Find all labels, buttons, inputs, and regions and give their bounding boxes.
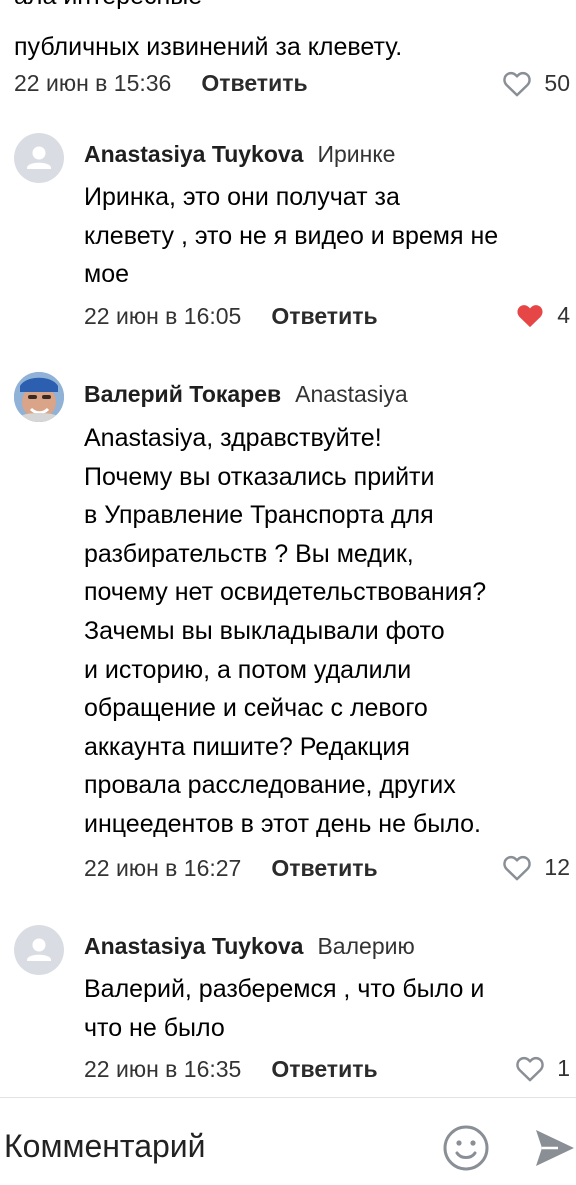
like-button[interactable]: 50 <box>502 68 570 98</box>
like-count: 50 <box>544 69 570 96</box>
send-button[interactable] <box>532 1126 576 1170</box>
like-count: 1 <box>557 1054 570 1081</box>
comment-author[interactable]: Валерий Токарев <box>84 381 281 407</box>
like-count: 4 <box>557 301 570 328</box>
avatar[interactable] <box>14 925 64 975</box>
user-placeholder-icon <box>27 146 51 169</box>
comment-input[interactable]: Комментарий <box>4 1128 206 1165</box>
comment-text: Валерий, разберемся , что было и что не … <box>84 975 485 1042</box>
comment-header: Anastasiya Tuykova Валерию <box>84 931 415 961</box>
comment-time: 22 июн в 16:05 <box>84 302 242 329</box>
reply-to-name[interactable]: Anastasiya <box>295 381 408 407</box>
comment-time: 22 июн в 15:36 <box>14 69 172 96</box>
comment-meta: 22 июн в 16:05 Ответить <box>84 301 378 331</box>
comment-meta: 22 июн в 16:35 Ответить <box>84 1054 378 1084</box>
reply-to-name[interactable]: Иринке <box>317 141 395 167</box>
reply-button[interactable]: Ответить <box>271 303 377 330</box>
comment-author[interactable]: Anastasiya Tuykova <box>84 141 303 167</box>
heart-filled-icon <box>517 304 543 327</box>
like-button[interactable]: 1 <box>515 1053 570 1083</box>
previous-comment-text: публичных извинений за клевету. <box>14 33 403 61</box>
comment-time: 22 июн в 16:35 <box>84 1055 242 1082</box>
comment-text: Иринка, это они получат за клевету , это… <box>84 183 499 289</box>
heart-outline-icon <box>503 71 532 96</box>
avatar[interactable] <box>14 372 64 422</box>
user-placeholder-icon <box>27 938 51 961</box>
smile-icon <box>443 1125 489 1171</box>
comment-meta: 22 июн в 16:27 Ответить <box>84 853 378 883</box>
reply-button[interactable]: Ответить <box>271 855 377 882</box>
comment-header: Валерий Токарев Anastasiya <box>84 379 408 409</box>
reply-button[interactable]: Ответить <box>201 70 307 97</box>
comment-time: 22 июн в 16:27 <box>84 854 242 881</box>
emoji-button[interactable] <box>442 1124 490 1172</box>
comment-author[interactable]: Anastasiya Tuykova <box>84 933 303 959</box>
previous-comment-cut-text: ала интересные <box>14 0 202 11</box>
avatar[interactable] <box>14 133 64 183</box>
reply-button[interactable]: Ответить <box>271 1056 377 1083</box>
comment-text: Anastasiya, здравствуйте! Почему вы отка… <box>84 424 487 838</box>
like-count: 12 <box>544 853 570 880</box>
send-icon <box>536 1130 574 1166</box>
reply-to-name[interactable]: Валерию <box>317 933 414 959</box>
user-photo <box>14 372 64 422</box>
like-button[interactable]: 4 <box>515 300 570 330</box>
comment-header: Anastasiya Tuykova Иринке <box>84 139 395 169</box>
comment-composer: Комментарий <box>0 1097 576 1185</box>
previous-comment-meta: 22 июн в 15:36 Ответить <box>14 68 308 98</box>
heart-outline-icon <box>503 855 532 880</box>
like-button[interactable]: 12 <box>502 852 570 882</box>
heart-outline-icon <box>516 1056 544 1081</box>
